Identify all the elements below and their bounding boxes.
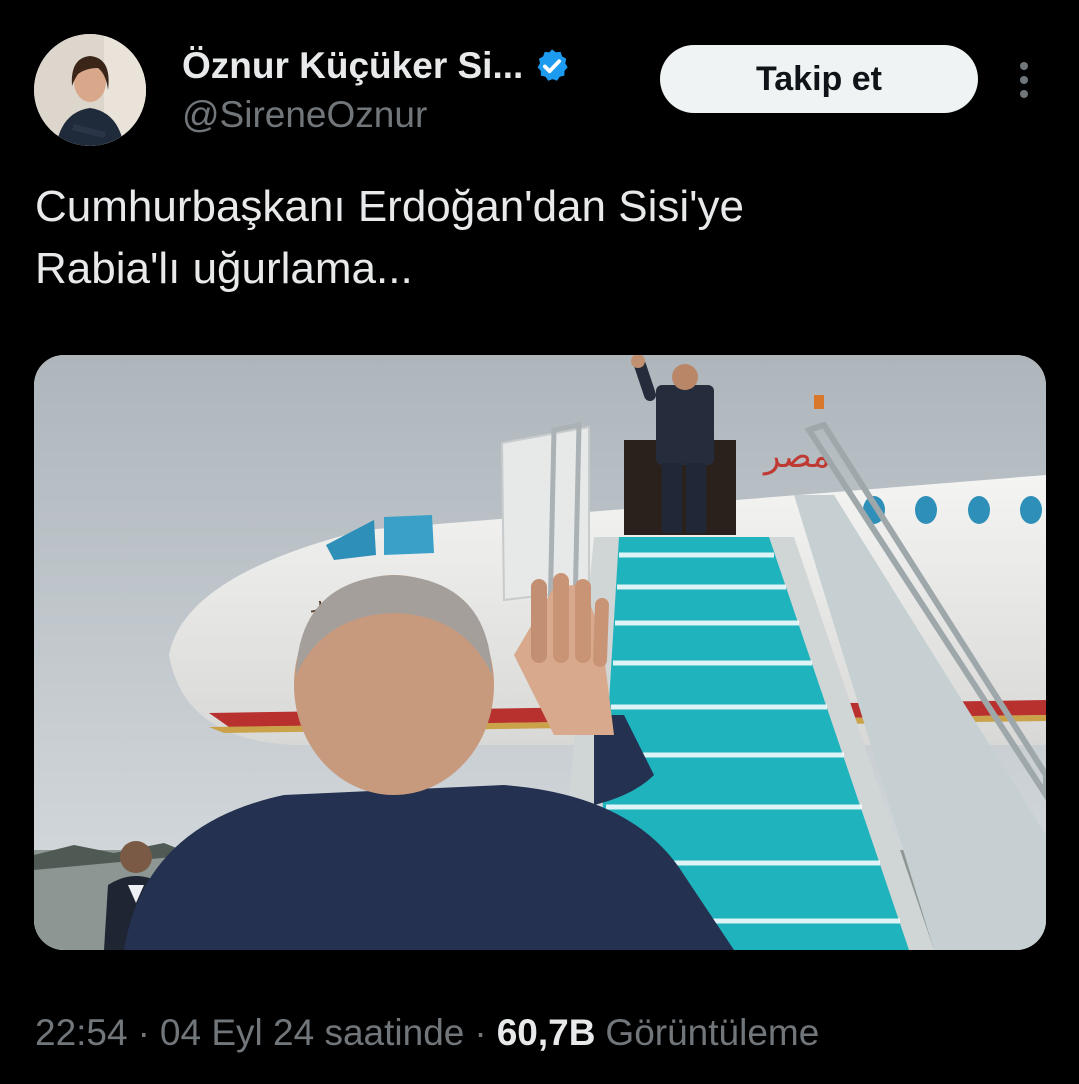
tweet-media-image[interactable]: تحيا مصر مصر xyxy=(34,355,1046,950)
view-label: Görüntüleme xyxy=(605,1012,820,1053)
view-count: 60,7B xyxy=(496,1012,596,1053)
tweet-date[interactable]: 04 Eyl 24 saatinde xyxy=(160,1012,464,1054)
separator-dot: · xyxy=(474,1012,487,1053)
author-name-row: Öznur Küçüker Si... xyxy=(182,44,571,88)
tweet-time[interactable]: 22:54 xyxy=(35,1012,128,1054)
verified-badge-icon xyxy=(537,49,568,81)
more-options-icon[interactable] xyxy=(1009,60,1039,100)
avatar-image xyxy=(34,34,146,146)
tweet-text: Cumhurbaşkanı Erdoğan'dan Sisi'ye Rabia'… xyxy=(35,182,744,293)
photo-airport-farewell: تحيا مصر مصر xyxy=(34,355,1046,950)
tweet-meta: 22:54 · 04 Eyl 24 saatinde · 60,7B Görün… xyxy=(35,1012,819,1054)
display-name[interactable]: Öznur Küçüker Si... xyxy=(182,45,523,87)
user-handle[interactable]: @SireneOznur xyxy=(182,94,427,136)
avatar[interactable] xyxy=(34,34,146,146)
separator-dot: · xyxy=(137,1012,150,1053)
follow-button[interactable]: Takip et xyxy=(660,45,978,113)
